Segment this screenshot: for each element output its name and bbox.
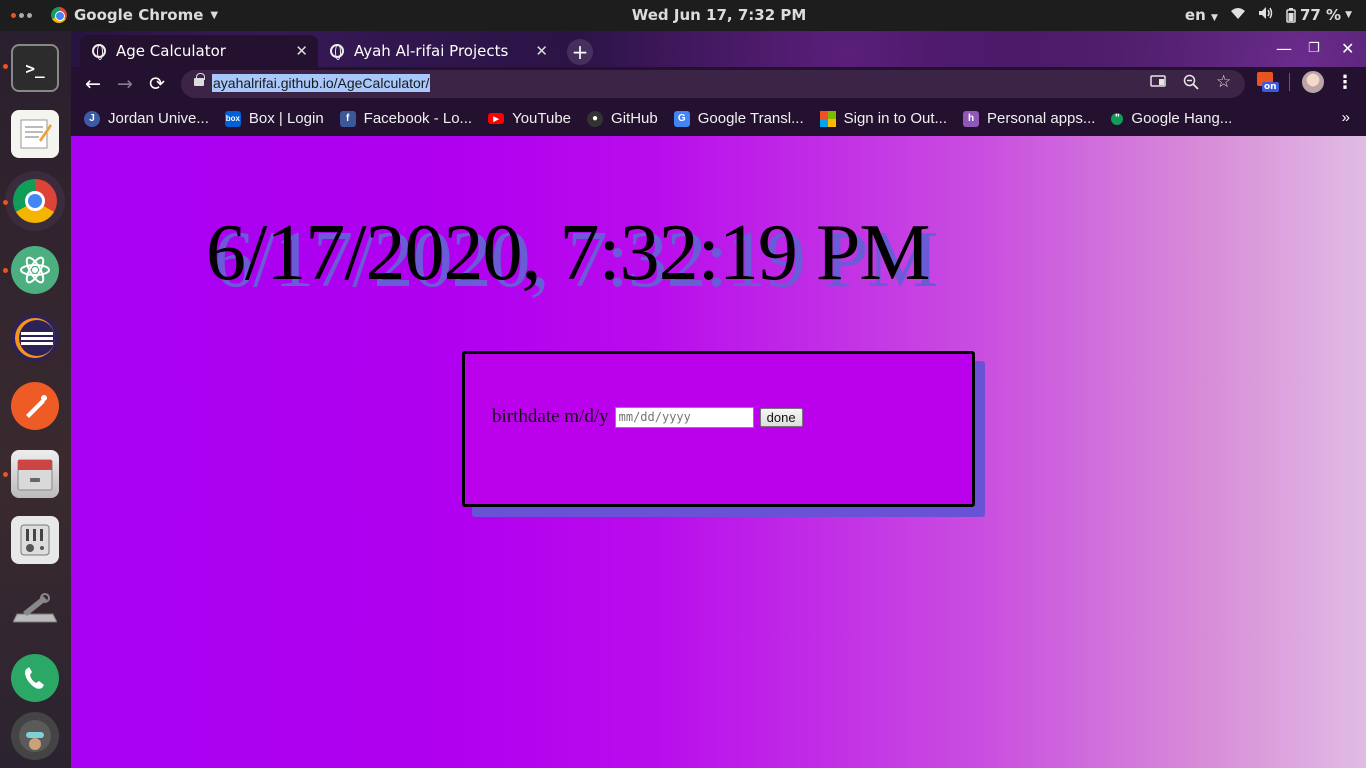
battery-percentage: 77 %	[1299, 6, 1342, 24]
disk-utility-icon[interactable]	[11, 586, 59, 634]
bookmark-box[interactable]: box Box | Login	[224, 110, 324, 127]
tab-title: Ayah Al-rifai Projects	[354, 42, 509, 60]
current-datetime: 6/17/2020, 7:32:19 PM	[206, 209, 931, 297]
hangouts-icon: "	[1111, 112, 1124, 125]
menu-dots-icon[interactable]: ⋮	[1336, 72, 1354, 93]
launcher-dock: >_	[0, 31, 71, 768]
close-icon[interactable]: ✕	[535, 42, 548, 60]
running-indicator	[3, 64, 8, 69]
ju-icon: J	[84, 110, 100, 127]
running-indicator	[3, 268, 8, 273]
browser-window: Age Calculator ✕ Ayah Al-rifai Projects …	[71, 31, 1366, 136]
bookmark-label: Google Hang...	[1131, 110, 1233, 127]
bookmark-facebook[interactable]: f Facebook - Lo...	[339, 110, 473, 127]
globe-icon	[92, 44, 106, 60]
settings-icon[interactable]	[11, 516, 59, 564]
page-content: 6/17/2020, 7:32:19 PM birthdate m/d/y do…	[71, 136, 1366, 768]
new-tab-button[interactable]: +	[567, 39, 593, 65]
bookmark-heroku[interactable]: h Personal apps...	[963, 110, 1095, 127]
divider	[1289, 73, 1290, 91]
close-icon[interactable]: ✕	[295, 42, 308, 60]
browser-toolbar: ← → ⟳ ayahalrifai.github.io/AgeCalculato…	[71, 67, 1366, 101]
atom-icon[interactable]	[11, 246, 59, 294]
extension-badge: on	[1262, 82, 1279, 92]
bookmark-label: Personal apps...	[987, 110, 1096, 127]
language-indicator[interactable]: en ▼	[1185, 6, 1218, 24]
globe-icon	[330, 44, 344, 60]
birthdate-label: birthdate m/d/y	[492, 406, 609, 427]
bookmark-star-icon[interactable]: ☆	[1216, 72, 1231, 92]
tab-age-calculator[interactable]: Age Calculator ✕	[80, 35, 318, 67]
cast-icon[interactable]	[1150, 74, 1166, 92]
tab-projects[interactable]: Ayah Al-rifai Projects ✕	[318, 35, 558, 67]
bookmark-label: Jordan Unive...	[108, 110, 209, 127]
bookmark-google-translate[interactable]: G Google Transl...	[673, 110, 804, 127]
tab-strip: Age Calculator ✕ Ayah Al-rifai Projects …	[71, 31, 1366, 67]
terminal-icon[interactable]: >_	[11, 44, 59, 92]
maximize-button[interactable]: ❐	[1308, 41, 1320, 56]
bookmark-label: GitHub	[611, 110, 658, 127]
minimize-button[interactable]: —	[1276, 39, 1292, 58]
postman-icon[interactable]	[11, 382, 59, 430]
volume-icon[interactable]	[1258, 6, 1274, 24]
battery-indicator[interactable]: 77 % ▼	[1286, 6, 1352, 24]
bookmark-hangouts[interactable]: " Google Hang...	[1111, 110, 1232, 127]
birthdate-input[interactable]	[614, 406, 754, 428]
running-indicator	[3, 200, 8, 205]
extension-icon[interactable]: on	[1257, 72, 1279, 92]
wifi-icon[interactable]	[1230, 6, 1246, 24]
bookmark-label: Facebook - Lo...	[363, 110, 473, 127]
avatar-icon[interactable]	[11, 712, 59, 760]
reload-button[interactable]: ⟳	[145, 73, 169, 95]
tab-title: Age Calculator	[116, 42, 226, 60]
profile-avatar[interactable]	[1302, 71, 1324, 93]
done-button[interactable]: done	[759, 407, 803, 427]
age-form-card: birthdate m/d/y done	[462, 351, 975, 507]
back-button[interactable]: ←	[81, 73, 105, 95]
text-editor-icon[interactable]	[11, 110, 59, 158]
files-icon[interactable]	[11, 450, 59, 498]
system-tray[interactable]: en ▼ 77 % ▼	[1185, 6, 1352, 24]
form-row: birthdate m/d/y done	[492, 406, 803, 428]
lock-icon[interactable]	[194, 73, 205, 86]
extensions-area: on ⋮	[1257, 71, 1354, 93]
bookmark-youtube[interactable]: ▶ YouTube	[488, 110, 571, 127]
box-icon: box	[224, 110, 241, 127]
bookmark-label: YouTube	[512, 110, 572, 127]
translate-icon: G	[673, 110, 690, 127]
chevron-right-icon[interactable]: »	[1342, 109, 1350, 126]
system-top-bar: Google Chrome ▼ Wed Jun 17, 7:32 PM en ▼…	[0, 0, 1366, 31]
youtube-icon: ▶	[488, 113, 505, 124]
chevron-down-icon: ▼	[1211, 13, 1218, 23]
phone-icon[interactable]	[11, 654, 59, 702]
clock[interactable]: Wed Jun 17, 7:32 PM	[0, 6, 1366, 24]
facebook-icon: f	[339, 110, 356, 127]
url-text[interactable]: ayahalrifai.github.io/AgeCalculator/	[212, 74, 431, 92]
battery-icon	[1286, 7, 1296, 23]
github-icon: ●	[587, 110, 604, 127]
running-indicator	[3, 472, 8, 477]
bookmark-label: Box | Login	[248, 110, 324, 127]
window-close-button[interactable]: ✕	[1341, 39, 1354, 58]
chrome-launcher-icon[interactable]	[5, 171, 65, 231]
bookmark-outlook[interactable]: Sign in to Out...	[819, 110, 947, 127]
heroku-icon: h	[963, 110, 979, 127]
bookmarks-bar: J Jordan Unive... box Box | Login f Face…	[71, 101, 1366, 136]
forward-button[interactable]: →	[113, 73, 137, 95]
bookmark-label: Google Transl...	[697, 110, 804, 127]
eclipse-icon[interactable]	[11, 314, 59, 362]
language-label: en	[1184, 6, 1206, 24]
bookmark-github[interactable]: ● GitHub	[587, 110, 658, 127]
bookmark-jordan-university[interactable]: J Jordan Unive...	[84, 110, 209, 127]
chevron-down-icon: ▼	[1345, 10, 1352, 20]
microsoft-icon	[819, 110, 836, 127]
address-bar[interactable]: ayahalrifai.github.io/AgeCalculator/ ☆	[181, 70, 1245, 98]
zoom-icon[interactable]	[1183, 74, 1199, 94]
bookmark-label: Sign in to Out...	[843, 110, 947, 127]
